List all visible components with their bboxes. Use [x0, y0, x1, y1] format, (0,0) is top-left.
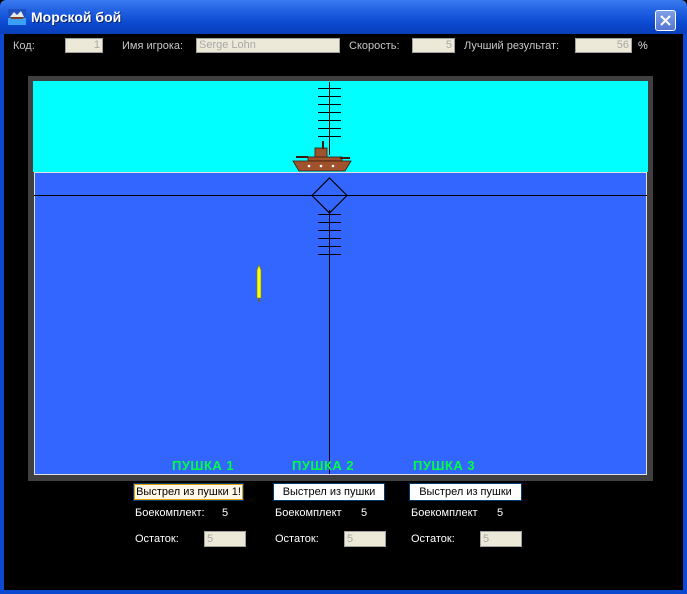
gun-2-label: ПУШКА 2 — [292, 458, 355, 473]
gun-3-remaining-field[interactable]: 5 — [480, 531, 522, 547]
gun-2-ammo-value: 5 — [361, 507, 368, 519]
enemy-ship-icon — [292, 141, 352, 172]
fire-gun-2-button[interactable]: Выстрел из пушки — [273, 483, 385, 501]
gun-3-remaining-label: Остаток: — [411, 533, 455, 545]
periscope-overlay — [34, 82, 647, 474]
gun-1-ammo-label: Боекомплект: — [135, 507, 205, 519]
gun-1-ammo-value: 5 — [222, 507, 229, 519]
torpedo-icon — [256, 264, 262, 302]
game-window: Морской бой Код: 1 Имя игрока: Serge Loh… — [0, 0, 687, 594]
gun-3-ammo-label: Боекомплект — [411, 507, 478, 519]
gun-3-ammo-value: 5 — [497, 507, 504, 519]
gun-2-remaining-field[interactable]: 5 — [344, 531, 386, 547]
fire-gun-1-button[interactable]: Выстрел из пушки 1! — [133, 483, 244, 501]
gun-3-label: ПУШКА 3 — [413, 458, 476, 473]
gun-1-remaining-field[interactable]: 5 — [204, 531, 246, 547]
fire-gun-3-button[interactable]: Выстрел из пушки — [409, 483, 522, 501]
gun-2-remaining-label: Остаток: — [275, 533, 319, 545]
gun-2-ammo-label: Боекомплект — [275, 507, 342, 519]
gun-1-label: ПУШКА 1 — [172, 458, 235, 473]
gun-1-remaining-label: Остаток: — [135, 533, 179, 545]
